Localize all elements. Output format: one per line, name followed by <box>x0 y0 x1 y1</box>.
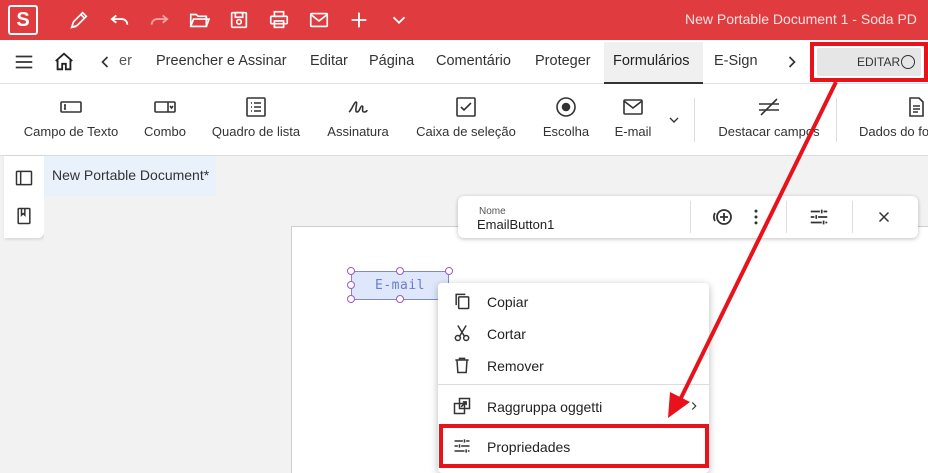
trash-icon <box>452 355 472 375</box>
form-data-icon <box>904 95 928 119</box>
tabs-scroll-right-icon[interactable] <box>780 50 804 74</box>
app-logo[interactable]: S <box>8 5 38 35</box>
menu-item-group-objects[interactable]: Raggruppa oggetti <box>438 390 709 422</box>
bookmark-icon[interactable] <box>14 206 34 226</box>
left-panel-buttons <box>4 156 44 238</box>
plus-icon[interactable] <box>347 8 371 32</box>
signature-icon <box>346 95 370 119</box>
toolbar-divider <box>786 201 787 233</box>
toolbar-divider <box>852 201 853 233</box>
combo-button[interactable]: Combo <box>138 84 192 156</box>
window-title: New Portable Document 1 - Soda PD <box>685 11 917 27</box>
more-options-icon[interactable] <box>744 205 768 229</box>
tab-protect[interactable]: Proteger <box>535 53 591 69</box>
toolbar-divider <box>690 201 691 233</box>
mail-icon[interactable] <box>307 8 331 32</box>
tab-forms[interactable]: Formulários <box>613 53 690 69</box>
mail-icon <box>621 95 645 119</box>
tabs-scroll-left-icon[interactable] <box>93 50 117 74</box>
tab-partial[interactable]: er <box>119 53 132 69</box>
highlight-fields-icon <box>757 95 781 119</box>
chevron-down-icon[interactable] <box>387 8 411 32</box>
list-box-label: Quadro de lista <box>211 124 301 139</box>
menu-separator <box>438 384 709 385</box>
signature-button[interactable]: Assinatura <box>322 84 394 156</box>
text-field-icon <box>59 95 83 119</box>
field-toolbar: Nome EmailButton1 <box>458 196 918 238</box>
annotation-highlight-edit-toggle <box>810 42 928 82</box>
add-action-icon[interactable] <box>710 205 734 229</box>
tab-comment[interactable]: Comentário <box>436 53 511 69</box>
highlight-fields-button[interactable]: Destacar campos <box>714 84 824 156</box>
resize-handle[interactable] <box>445 267 453 275</box>
open-folder-icon[interactable] <box>187 8 211 32</box>
radio-button[interactable]: Escolha <box>538 84 594 156</box>
resize-handle[interactable] <box>347 267 355 275</box>
ribbon-toolbar: Campo de Texto Combo Quadro de lista Ass… <box>0 84 928 156</box>
menu-item-copy[interactable]: Copiar <box>438 285 709 317</box>
close-icon[interactable] <box>872 205 896 229</box>
annotation-highlight-properties <box>439 424 709 468</box>
ribbon-divider <box>694 98 695 142</box>
menu-item-label: Copiar <box>487 294 529 310</box>
tab-page[interactable]: Página <box>369 53 414 69</box>
checkbox-label: Caixa de seleção <box>416 124 516 139</box>
properties-icon[interactable] <box>807 205 831 229</box>
form-data-label: Dados do fo <box>859 124 928 139</box>
submenu-arrow-icon <box>687 399 701 416</box>
form-data-button[interactable]: Dados do fo <box>856 84 928 156</box>
list-box-icon <box>244 95 268 119</box>
signature-label: Assinatura <box>327 124 389 139</box>
resize-handle[interactable] <box>396 267 404 275</box>
email-label: E-mail <box>614 124 652 139</box>
menu-item-label: Raggruppa oggetti <box>487 399 603 415</box>
save-icon[interactable] <box>227 8 251 32</box>
scissors-icon <box>452 323 472 343</box>
combo-label: Combo <box>144 124 186 139</box>
radio-icon <box>554 95 578 119</box>
menu-item-label: Cortar <box>487 326 526 342</box>
tab-esign[interactable]: E-Sign <box>714 53 758 69</box>
email-button[interactable]: E-mail <box>610 84 656 156</box>
left-panel <box>0 156 44 473</box>
resize-handle[interactable] <box>396 295 404 303</box>
tab-fill-sign[interactable]: Preencher e Assinar <box>156 53 287 69</box>
title-bar: S New Portable Document 1 - Soda PD <box>0 0 928 40</box>
redo-icon[interactable] <box>147 8 171 32</box>
combo-box-icon <box>153 95 177 119</box>
checkbox-icon <box>454 95 478 119</box>
highlight-fields-label: Destacar campos <box>718 124 820 139</box>
resize-handle[interactable] <box>347 295 355 303</box>
home-icon[interactable] <box>52 50 76 74</box>
copy-icon <box>452 291 472 311</box>
ribbon-divider <box>836 98 837 142</box>
more-fields-dropdown[interactable] <box>664 84 684 156</box>
pen-icon[interactable] <box>67 8 91 32</box>
print-icon[interactable] <box>267 8 291 32</box>
radio-label: Escolha <box>542 124 590 139</box>
field-name-value[interactable]: EmailButton1 <box>477 217 554 232</box>
resize-handle[interactable] <box>347 281 355 289</box>
chevron-down-icon <box>662 108 686 132</box>
menu-item-cut[interactable]: Cortar <box>438 317 709 349</box>
menu-item-remove[interactable]: Remover <box>438 349 709 381</box>
menu-item-label: Remover <box>487 358 544 374</box>
document-tab[interactable]: New Portable Document* <box>44 156 216 196</box>
checkbox-button[interactable]: Caixa de seleção <box>414 84 518 156</box>
field-name-label: Nome <box>479 206 506 217</box>
hamburger-menu-icon[interactable] <box>12 50 36 74</box>
tab-edit[interactable]: Editar <box>310 53 348 69</box>
text-field-button[interactable]: Campo de Texto <box>24 84 118 156</box>
ribbon-tabs: er Preencher e Assinar Editar Página Com… <box>0 40 928 84</box>
list-box-button[interactable]: Quadro de lista <box>210 84 302 156</box>
sidebar-toggle-icon[interactable] <box>14 168 34 188</box>
group-objects-icon <box>452 396 472 416</box>
text-field-label: Campo de Texto <box>23 124 119 139</box>
undo-icon[interactable] <box>108 8 132 32</box>
